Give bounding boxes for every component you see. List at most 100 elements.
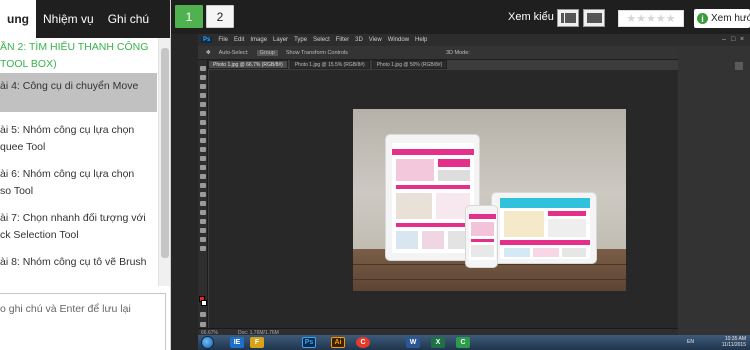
panel-collapse-icon[interactable] [735, 62, 743, 70]
app-root: ung Nhiệm vụ Ghi chú ẦN 2: TÌM HIỂU THAN… [0, 0, 750, 350]
eyedropper-tool-icon[interactable] [200, 111, 206, 116]
word-icon[interactable]: W [406, 337, 420, 348]
auto-select-dropdown[interactable]: Group [256, 49, 278, 56]
zoom-tool-icon[interactable] [200, 237, 206, 242]
photoshop-window: Ps File Edit Image Layer Type Select Fil… [198, 34, 678, 337]
minimize-icon[interactable]: – [722, 36, 730, 43]
quick-select-tool-icon[interactable] [200, 93, 206, 98]
doc-tab-2[interactable]: Photo 1.jpg @ 15.5% (RGB/8#) [289, 60, 370, 69]
ps-menu-window[interactable]: Window [388, 37, 409, 43]
site-pink-strip [471, 239, 494, 242]
site-pink-strip [396, 223, 470, 227]
lesson-item-6[interactable]: ài 6: Nhóm công cụ lựa chọn so Tool [0, 162, 157, 206]
illustrator-icon[interactable]: Ai [331, 337, 345, 348]
phone-screen [469, 214, 496, 260]
ps-menu-layer[interactable]: Layer [273, 37, 288, 43]
tab-tasks[interactable]: Nhiệm vụ [36, 0, 101, 38]
pen-tool-icon[interactable] [200, 192, 206, 197]
info-icon: i [697, 13, 708, 24]
dodge-tool-icon[interactable] [200, 183, 206, 188]
history-brush-tool-icon[interactable] [200, 147, 206, 152]
full-view-icon [587, 13, 602, 23]
extra-tools-icon[interactable] [200, 246, 206, 251]
auto-select-checkbox[interactable]: Auto-Select: [219, 50, 249, 56]
lesson-title: ài 4: Công cụ di chuyển Move [0, 80, 139, 92]
page-button-2[interactable]: 2 [206, 5, 234, 28]
doc-tab-3[interactable]: Photo 1.jpg @ 50% (RGB/8#) [371, 60, 448, 69]
move-tool-icon[interactable] [200, 66, 206, 71]
site-hero-image [396, 159, 434, 181]
lesson-title: ài 8: Nhóm công cụ tô vẽ Brush [0, 256, 147, 268]
show-transform-checkbox[interactable]: Show Transform Controls [286, 50, 348, 56]
lesson-scrollbar[interactable] [158, 38, 170, 286]
screen-mode-icon[interactable] [200, 322, 206, 327]
background-color-swatch[interactable] [201, 300, 207, 306]
view-full-button[interactable] [583, 9, 605, 27]
ps-menu-help[interactable]: Help [415, 37, 427, 43]
ps-menu-3d[interactable]: 3D [355, 37, 363, 43]
quick-mask-icon[interactable] [200, 312, 206, 317]
close-icon[interactable]: × [740, 36, 748, 43]
eraser-tool-icon[interactable] [200, 156, 206, 161]
shape-tool-icon[interactable] [200, 219, 206, 224]
phone-mockup [465, 205, 498, 268]
lesson-list: ẦN 2: TÌM HIỂU THANH CÔNG TOOL BOX) ài 4… [0, 38, 157, 286]
site-pink-strip [500, 240, 590, 245]
lesson-item-8[interactable]: ài 8: Nhóm công cụ tô vẽ Brush [0, 250, 157, 277]
ps-menu-select[interactable]: Select [313, 37, 330, 43]
rating-stars[interactable]: ★★★★★ [618, 10, 684, 27]
ps-toolbox [198, 60, 208, 337]
ps-menu-file[interactable]: File [218, 37, 228, 43]
site-header-bar [469, 214, 496, 219]
page-button-1[interactable]: 1 [175, 5, 203, 28]
site-thumb [396, 231, 418, 249]
lesson-sidebar: ung Nhiệm vụ Ghi chú ẦN 2: TÌM HIỂU THAN… [0, 0, 171, 350]
path-select-tool-icon[interactable] [200, 210, 206, 215]
stamp-tool-icon[interactable] [200, 138, 206, 143]
hand-tool-icon[interactable] [200, 228, 206, 233]
lesson-item-7[interactable]: ài 7: Chọn nhanh đối tượng với ck Select… [0, 206, 157, 250]
doc-tab-1[interactable]: Photo 1.jpg @ 66.7% (RGB/8#) [208, 60, 288, 69]
ps-menu-type[interactable]: Type [294, 37, 307, 43]
site-thumb [504, 248, 530, 257]
type-tool-icon[interactable] [200, 201, 206, 206]
lasso-tool-icon[interactable] [200, 84, 206, 89]
system-clock[interactable]: 10:35 AM 11/11/2015 [722, 336, 746, 348]
table-plank-line [353, 279, 626, 280]
ps-menu-view[interactable]: View [369, 37, 382, 43]
tab-content[interactable]: ung [0, 0, 36, 38]
ps-menu-edit[interactable]: Edit [234, 37, 244, 43]
section-title-line2: TOOL BOX) [0, 58, 57, 70]
brush-tool-icon[interactable] [200, 129, 206, 134]
lesson-title: ài 6: Nhóm công cụ lựa chọn [0, 168, 135, 180]
lesson-item-5[interactable]: ài 5: Nhóm công cụ lựa chọn quee Tool [0, 118, 157, 162]
view-split-button[interactable] [557, 9, 579, 27]
photoshop-icon[interactable]: Ps [302, 337, 316, 348]
site-text-block [548, 219, 586, 237]
split-view-icon [561, 13, 564, 23]
watch-guide-button[interactable]: i Xem hướn [694, 9, 750, 28]
lesson-title-cont: so Tool [0, 185, 34, 197]
marquee-tool-icon[interactable] [200, 75, 206, 80]
start-button[interactable] [201, 336, 214, 349]
maximize-icon[interactable]: □ [731, 36, 739, 43]
crop-tool-icon[interactable] [200, 102, 206, 107]
language-indicator[interactable]: EN [687, 339, 694, 345]
site-thumb [562, 248, 586, 257]
ps-canvas-area[interactable] [209, 70, 678, 328]
blur-tool-icon[interactable] [200, 174, 206, 179]
app-c-icon[interactable]: C [456, 337, 470, 348]
lesson-item-4[interactable]: ài 4: Công cụ di chuyển Move [0, 73, 157, 112]
ps-menu-image[interactable]: Image [250, 37, 267, 43]
ie-icon[interactable]: IE [230, 337, 244, 348]
note-input[interactable]: o ghi chú và Enter để lưu lại [0, 293, 166, 350]
ps-menu-filter[interactable]: Filter [336, 37, 349, 43]
scrollbar-thumb[interactable] [161, 48, 169, 258]
chrome-icon[interactable]: C [356, 337, 370, 348]
excel-icon[interactable]: X [431, 337, 445, 348]
small-tablet-screen [500, 198, 590, 259]
gradient-tool-icon[interactable] [200, 165, 206, 170]
folder-icon[interactable]: F [250, 337, 264, 348]
tab-notes[interactable]: Ghi chú [101, 0, 156, 38]
healing-tool-icon[interactable] [200, 120, 206, 125]
